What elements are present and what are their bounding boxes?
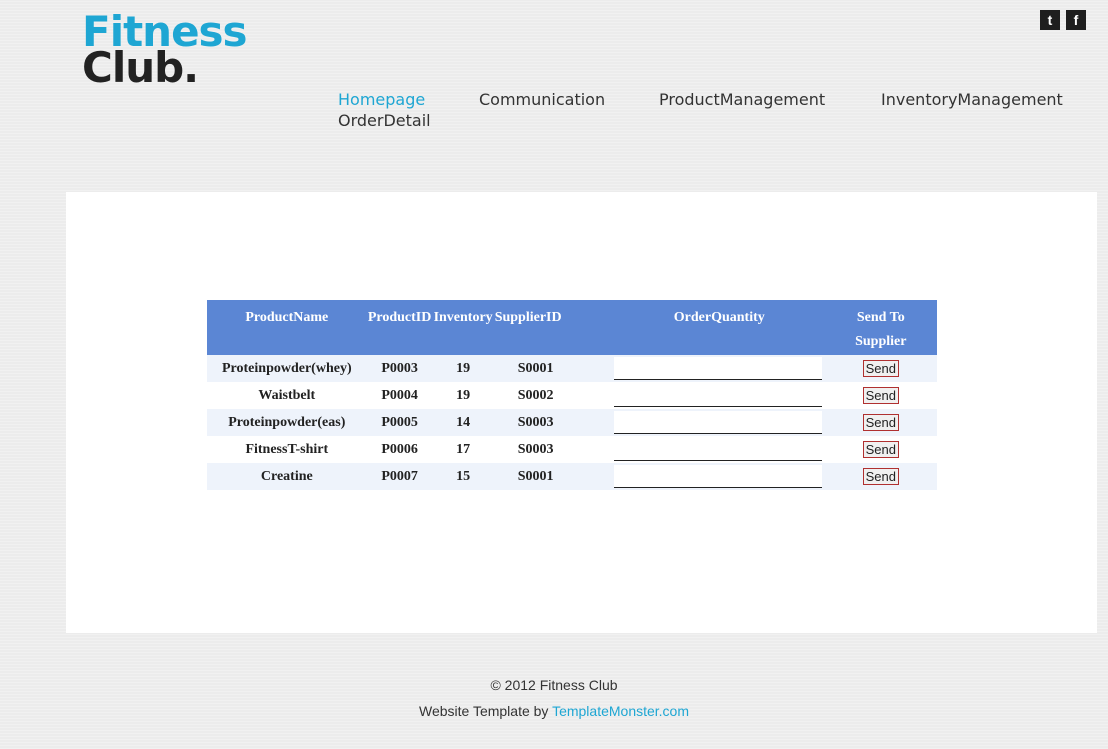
- header-supplier-id: SupplierID: [493, 300, 614, 355]
- send-button[interactable]: Send: [862, 413, 899, 431]
- order-quantity-input[interactable]: [613, 384, 822, 407]
- cell-order-quantity: [613, 409, 825, 436]
- send-button[interactable]: Send: [862, 359, 899, 377]
- nav-communication[interactable]: Communication: [479, 90, 659, 109]
- cell-inventory: 19: [432, 355, 494, 382]
- cell-product-name: Proteinpowder(whey): [207, 355, 367, 382]
- cell-product-id: P0005: [366, 409, 433, 436]
- footer-copyright: © 2012 Fitness Club: [490, 677, 618, 693]
- cell-supplier-id: S0001: [493, 355, 614, 382]
- order-quantity-input[interactable]: [613, 438, 822, 461]
- facebook-icon[interactable]: f: [1066, 10, 1086, 30]
- cell-send: Send: [824, 382, 937, 409]
- cell-send: Send: [824, 436, 937, 463]
- cell-order-quantity: [613, 463, 825, 490]
- cell-order-quantity: [613, 436, 825, 463]
- footer-template-prefix: Website Template by: [418, 703, 553, 719]
- header-send-to-line2: Supplier: [855, 334, 907, 349]
- table-header-row: ProductName ProductID Inventory Supplier…: [207, 300, 937, 355]
- nav-homepage[interactable]: Homepage: [338, 90, 479, 109]
- order-quantity-input[interactable]: [613, 411, 822, 434]
- cell-inventory: 15: [432, 463, 494, 490]
- order-quantity-input[interactable]: [613, 357, 822, 380]
- header-inventory: Inventory: [432, 300, 494, 355]
- cell-supplier-id: S0002: [493, 382, 614, 409]
- header-product-id: ProductID: [366, 300, 433, 355]
- main-nav: Homepage Communication ProductManagement…: [338, 90, 1078, 130]
- table-row: Creatine P0007 15 S0001 Send: [207, 463, 937, 490]
- cell-inventory: 17: [432, 436, 494, 463]
- send-button[interactable]: Send: [862, 386, 899, 404]
- table-row: Waistbelt P0004 19 S0002 Send: [207, 382, 937, 409]
- cell-supplier-id: S0003: [493, 409, 614, 436]
- header-order-quantity: OrderQuantity: [613, 300, 825, 355]
- cell-product-name: FitnessT-shirt: [207, 436, 367, 463]
- cell-send: Send: [824, 463, 937, 490]
- cell-product-id: P0004: [366, 382, 433, 409]
- cell-order-quantity: [613, 355, 825, 382]
- table-row: Proteinpowder(whey) P0003 19 S0001 Send: [207, 355, 937, 382]
- cell-product-id: P0003: [366, 355, 433, 382]
- footer-credit: Website Template by TemplateMonster.com: [0, 703, 1108, 719]
- nav-inventory-management[interactable]: InventoryManagement: [881, 90, 1063, 109]
- cell-product-name: Proteinpowder(eas): [207, 409, 367, 436]
- cell-send: Send: [824, 409, 937, 436]
- cell-product-name: Waistbelt: [207, 382, 367, 409]
- header-send-to-supplier: Send To Supplier: [824, 300, 937, 355]
- cell-inventory: 14: [432, 409, 494, 436]
- cell-supplier-id: S0001: [493, 463, 614, 490]
- template-monster-link[interactable]: TemplateMonster.com: [552, 703, 689, 719]
- content-panel: ProductName ProductID Inventory Supplier…: [66, 192, 1097, 633]
- site-logo[interactable]: Fitness Club.: [82, 11, 248, 89]
- order-table: ProductName ProductID Inventory Supplier…: [207, 300, 937, 490]
- cell-product-name: Creatine: [207, 463, 367, 490]
- order-quantity-input[interactable]: [613, 465, 822, 488]
- header-product-name: ProductName: [207, 300, 367, 355]
- nav-product-management[interactable]: ProductManagement: [659, 90, 881, 109]
- table-row: Proteinpowder(eas) P0005 14 S0003 Send: [207, 409, 937, 436]
- cell-inventory: 19: [432, 382, 494, 409]
- cell-supplier-id: S0003: [493, 436, 614, 463]
- social-links: t f: [1040, 10, 1086, 30]
- cell-product-id: P0007: [366, 463, 433, 490]
- footer: © 2012 Fitness Club Website Template by …: [0, 677, 1108, 719]
- twitter-icon[interactable]: t: [1040, 10, 1060, 30]
- cell-order-quantity: [613, 382, 825, 409]
- cell-send: Send: [824, 355, 937, 382]
- table-row: FitnessT-shirt P0006 17 S0003 Send: [207, 436, 937, 463]
- send-button[interactable]: Send: [862, 440, 899, 458]
- header-send-to-line1: Send To: [856, 310, 905, 325]
- nav-order-detail[interactable]: OrderDetail: [338, 111, 431, 130]
- send-button[interactable]: Send: [862, 467, 899, 485]
- cell-product-id: P0006: [366, 436, 433, 463]
